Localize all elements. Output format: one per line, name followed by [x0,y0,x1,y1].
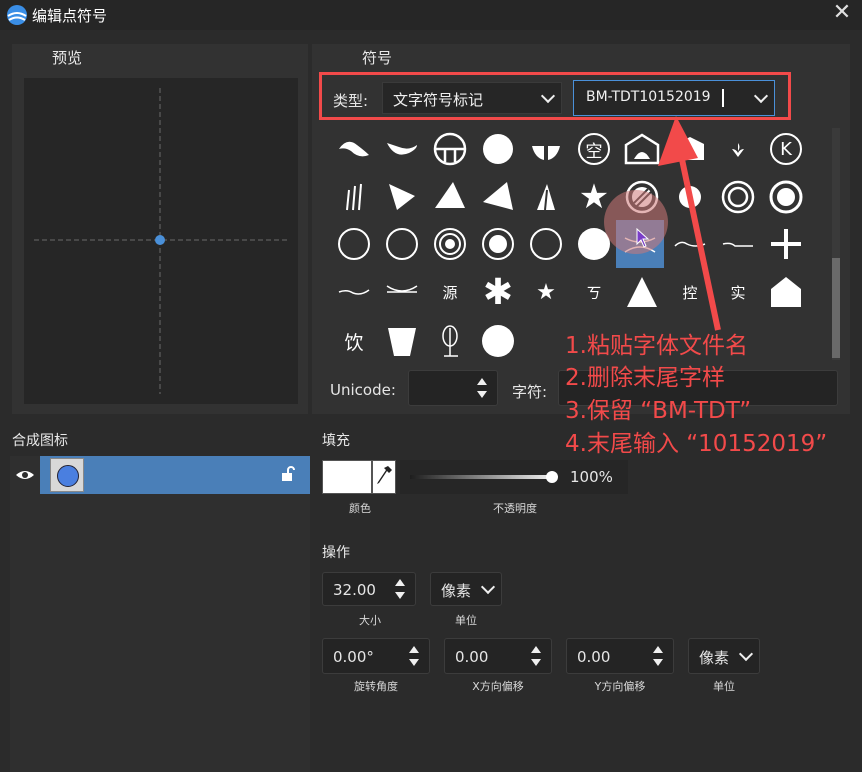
annotation-step-3: 3.保留 “BM-TDT” [565,398,752,424]
symbol-cell-circle-bars[interactable] [428,127,472,171]
symbol-cell-wave[interactable] [332,127,376,171]
y-offset-label: Y方向偏移 [594,680,646,693]
spin-arrows-icon[interactable] [531,646,541,666]
x-offset-spinbox[interactable]: 0.00 [444,638,552,674]
color-picker-button[interactable] [372,460,396,494]
symbol-cell-bow[interactable] [380,270,424,314]
annotation-arrow [658,116,721,331]
operation-label: 操作 [322,545,350,561]
symbol-cell-ring[interactable] [332,222,376,266]
unit-dropdown[interactable]: 像素 [430,572,502,606]
annotation-step-1: 1.粘贴字体文件名 [565,333,748,359]
app-logo-icon [7,5,27,25]
scrollbar-thumb[interactable] [832,258,840,358]
unit-label-2: 单位 [713,680,735,693]
spin-arrows-icon[interactable] [653,646,663,666]
preview-canvas [24,78,298,404]
unicode-label: Unicode: [330,381,396,399]
eyedropper-icon [377,466,392,484]
symbol-cell-triangle-down[interactable] [380,175,424,219]
symbol-cell-glyph[interactable]: ㄎ [572,270,616,314]
symbol-label: 符号 [362,49,393,67]
layer-thumbnail [50,458,84,492]
composite-label: 合成图标 [12,433,68,449]
composite-list [10,456,310,772]
unlock-icon[interactable] [280,466,296,482]
annotation-step-4: 4.末尾输入 “10152019” [565,431,828,457]
annotation-step-2: 2.删除末尾字样 [565,365,725,391]
fill-label: 填充 [322,433,350,449]
window-title: 编辑点符号 [32,7,108,25]
symbol-cell-k-circle[interactable]: K [764,127,808,171]
spin-arrows-icon[interactable] [477,378,487,398]
symbol-cell-small-star[interactable]: ★ [524,270,568,314]
symbol-cell-kong[interactable]: 空 [572,127,616,171]
size-label: 大小 [359,614,381,627]
symbol-cell-yuan[interactable]: 源 [428,270,472,314]
rotation-spinbox[interactable]: 0.00° [322,638,430,674]
symbol-cell-lines[interactable] [332,175,376,219]
rotation-label: 旋转角度 [354,680,398,693]
symbol-cell-trapezoid[interactable] [380,319,424,363]
color-label: 颜色 [349,502,371,515]
unit-label: 单位 [455,614,477,627]
symbol-cell-spikes[interactable] [524,175,568,219]
opacity-slider[interactable]: 100% [400,460,628,494]
close-icon[interactable]: ✕ [832,2,852,24]
unicode-spinbox[interactable] [408,370,498,406]
y-offset-spinbox[interactable]: 0.00 [566,638,674,674]
spin-arrows-icon[interactable] [395,579,405,599]
symbol-cell-plus[interactable] [764,222,808,266]
opacity-slider-track [410,475,552,479]
x-offset-label: X方向偏移 [472,680,524,693]
symbol-cell-half-moons[interactable] [524,127,568,171]
chevron-down-icon [738,646,754,662]
size-spinbox[interactable]: 32.00 [322,572,416,606]
symbol-cell-filled-circle[interactable] [476,127,520,171]
symbol-cell-asterisk[interactable]: ✱ [476,270,520,314]
opacity-label: 不透明度 [493,502,537,515]
opacity-value: 100% [570,468,613,486]
symbol-cell-ring-3[interactable] [524,222,568,266]
symbol-cell-triangle[interactable] [428,175,472,219]
symbol-cell-ring-filled[interactable] [476,222,520,266]
symbol-cell-disc-2[interactable] [476,319,520,363]
title-bar [0,0,862,30]
color-swatch[interactable] [322,460,372,494]
symbol-cell-house[interactable] [764,270,808,314]
symbol-cell-ring-2[interactable] [380,222,424,266]
preview-label: 预览 [52,49,83,67]
eye-icon[interactable] [14,464,36,486]
symbol-cell-triangle-left[interactable] [476,175,520,219]
circle-icon [57,465,79,487]
unit-dropdown-2[interactable]: 像素 [688,638,760,674]
preview-symbol-point [155,235,165,245]
spin-arrows-icon[interactable] [409,646,419,666]
opacity-slider-thumb[interactable] [546,471,558,483]
chevron-down-icon [480,579,496,595]
symbol-cell-wave-line[interactable] [332,270,376,314]
char-label: 字符: [512,383,548,401]
symbol-cell-leaf[interactable] [380,127,424,171]
symbol-cell-pin[interactable] [428,319,472,363]
symbol-grid-scrollbar[interactable] [832,128,840,360]
symbol-cell-ring-dot[interactable] [764,175,808,219]
symbol-cell-yin[interactable]: 饮 [332,319,376,363]
symbol-cell-target[interactable] [428,222,472,266]
layer-row[interactable] [40,456,310,494]
